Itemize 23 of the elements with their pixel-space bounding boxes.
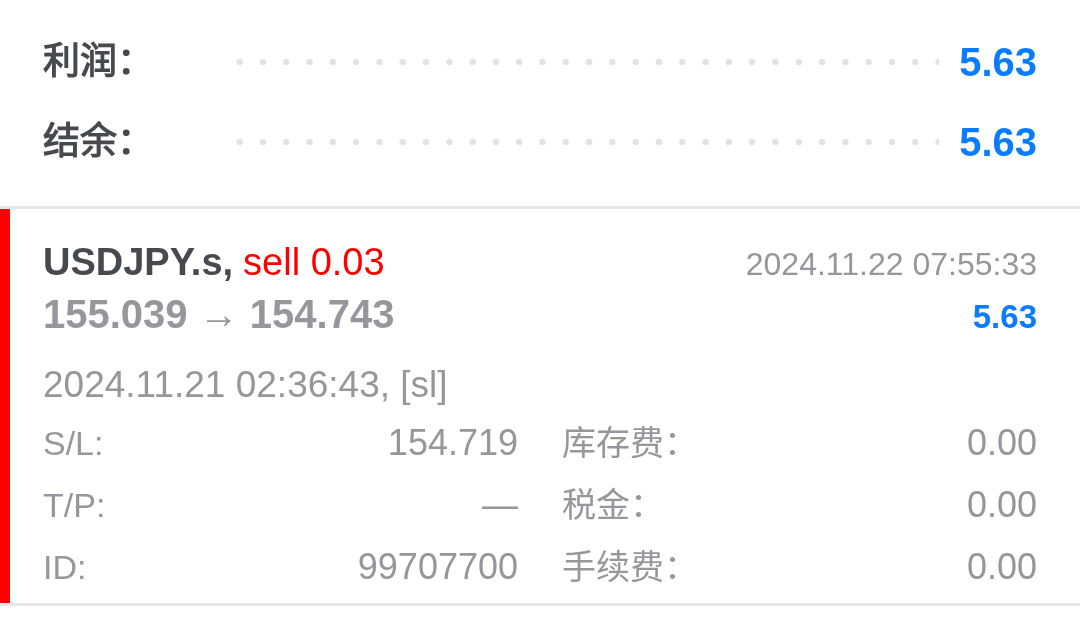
detail-label: 手续费： <box>562 547 698 588</box>
detail-label: 税金： <box>562 485 664 526</box>
detail-value: 0.00 <box>966 483 1037 527</box>
detail-label: T/P: <box>43 485 106 526</box>
open-time-text: 2024.11.21 02:36:43, [sl] <box>43 363 448 407</box>
summary-label: 利润： <box>43 40 155 84</box>
detail-value: 99707700 <box>357 545 518 589</box>
detail-value: — <box>482 483 518 527</box>
summary-value: 5.63 <box>959 120 1037 164</box>
detail-label: S/L: <box>43 423 104 464</box>
detail-value: 0.00 <box>966 545 1037 589</box>
detail-value: 0.00 <box>966 421 1037 465</box>
close-time-text: 2024.11.22 07:55:33 <box>745 245 1037 284</box>
trade-profit-value: 5.63 <box>972 297 1037 337</box>
detail-value: 154.719 <box>387 421 518 465</box>
summary-value: 5.63 <box>959 40 1037 84</box>
summary-label: 结余： <box>43 120 155 164</box>
detail-label: ID: <box>43 547 87 588</box>
symbol-text: USDJPY.s, <box>43 240 234 284</box>
order-action-text: sell 0.03 <box>243 240 385 284</box>
price-change-text: 155.039 → 154.743 <box>43 292 395 336</box>
trade-card[interactable]: USDJPY.s, sell 0.03 2024.11.22 07:55:33 155.039 → 154.743 5.63 2024.11.21 02:36:43, [sl] S/L: 154.719 库存费： 0.00 T/P: — 税金： 0.00 ID: 99707700 手续费： 0.00 <box>0 209 1080 606</box>
detail-label: 库存费： <box>562 423 698 464</box>
